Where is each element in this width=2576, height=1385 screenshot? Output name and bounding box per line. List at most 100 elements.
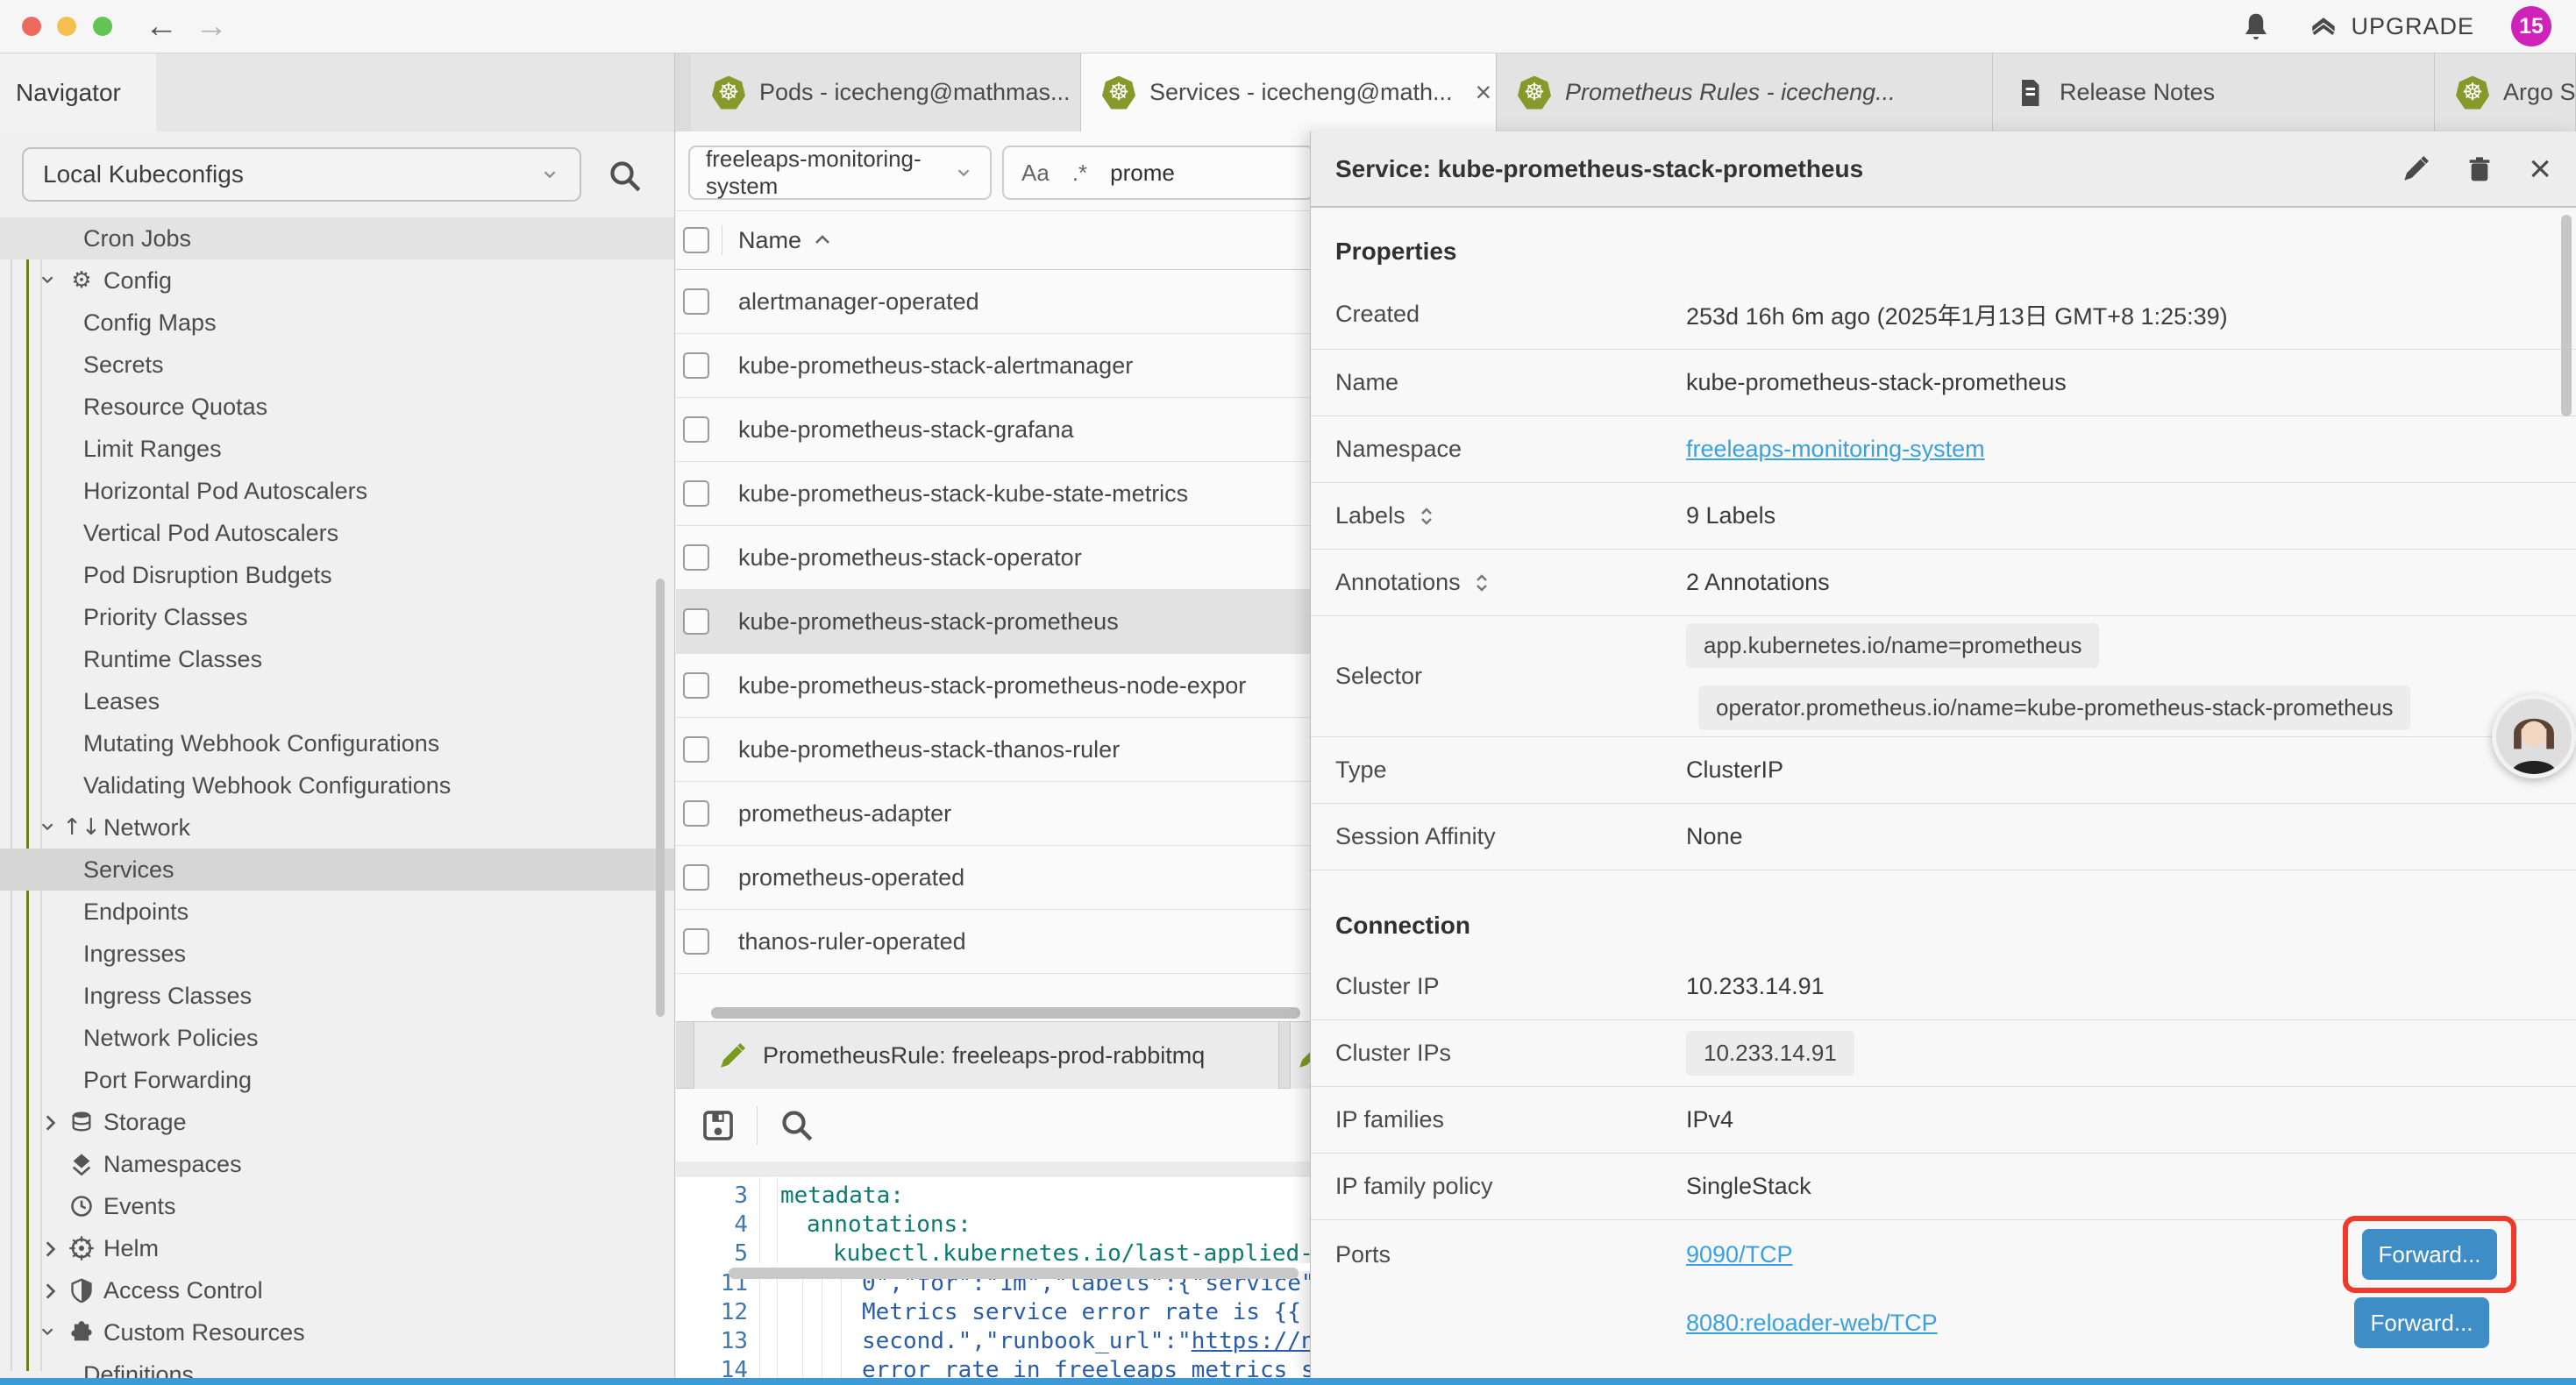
sidebar-item-network-policies[interactable]: Network Policies [0, 1017, 674, 1059]
tab-prometheus-rules-icecheng[interactable]: ☸Prometheus Rules - icecheng... [1497, 53, 1993, 131]
table-row-kube-prometheus-stack-thanos-ruler[interactable]: kube-prometheus-stack-thanos-ruler [676, 718, 1310, 782]
port-forward-button[interactable]: Forward... [2362, 1229, 2497, 1280]
sidebar-item-pod-disruption-budgets[interactable]: Pod Disruption Budgets [0, 554, 674, 596]
sidebar-item-endpoints[interactable]: Endpoints [0, 891, 674, 933]
kubeconfig-selector[interactable]: Local Kubeconfigs [22, 147, 581, 202]
sidebar-item-limit-ranges[interactable]: Limit Ranges [0, 428, 674, 470]
port-forward-button[interactable]: Forward... [2354, 1297, 2489, 1348]
tab-close-icon[interactable]: × [1476, 76, 1492, 109]
tab-argo-se[interactable]: ☸Argo Se [2435, 53, 2576, 131]
namespace-link[interactable]: freeleaps-monitoring-system [1686, 436, 1985, 463]
chevron-down-icon[interactable] [39, 270, 58, 289]
tab-pods-icecheng-mathmas[interactable]: ☸Pods - icecheng@mathmas... [691, 53, 1081, 131]
editor-horizontal-scrollbar[interactable] [729, 1268, 1299, 1279]
row-checkbox[interactable] [683, 928, 709, 955]
table-row-kube-prometheus-stack-kube-state-metrics[interactable]: kube-prometheus-stack-kube-state-metrics [676, 462, 1310, 526]
tab-navigator[interactable]: Navigator [0, 53, 156, 131]
sort-toggle-icon[interactable] [1471, 572, 1492, 593]
row-checkbox[interactable] [683, 480, 709, 507]
table-row-alertmanager-operated[interactable]: alertmanager-operated [676, 270, 1310, 334]
sidebar-item-horizontal-pod-autoscalers[interactable]: Horizontal Pod Autoscalers [0, 470, 674, 512]
chevron-down-icon[interactable] [39, 817, 58, 836]
row-checkbox[interactable] [683, 736, 709, 763]
traffic-minimize-button[interactable] [57, 17, 76, 36]
case-sensitive-toggle[interactable]: Aa [1021, 160, 1050, 187]
sort-toggle-icon[interactable] [1416, 506, 1437, 527]
sidebar-item-cron-jobs[interactable]: Cron Jobs [0, 217, 674, 259]
assistant-avatar[interactable] [2492, 694, 2576, 778]
sidebar-item-runtime-classes[interactable]: Runtime Classes [0, 638, 674, 680]
delete-trash-icon[interactable] [2466, 155, 2494, 183]
sidebar-item-config-maps[interactable]: Config Maps [0, 302, 674, 344]
select-all-checkbox[interactable] [683, 227, 709, 253]
edit-pencil-icon[interactable] [2401, 154, 2430, 184]
row-checkbox[interactable] [683, 416, 709, 443]
sidebar-item-resource-quotas[interactable]: Resource Quotas [0, 386, 674, 428]
save-button[interactable] [701, 1108, 736, 1143]
sidebar-item-port-forwarding[interactable]: Port Forwarding [0, 1059, 674, 1101]
table-row-prometheus-adapter[interactable]: prometheus-adapter [676, 782, 1310, 846]
sidebar-item-definitions[interactable]: Definitions [0, 1353, 674, 1378]
traffic-zoom-button[interactable] [93, 17, 112, 36]
row-checkbox[interactable] [683, 352, 709, 379]
sidebar-item-custom-resources[interactable]: Custom Resources [0, 1311, 674, 1353]
notification-count-badge[interactable]: 15 [2511, 6, 2551, 46]
chevron-right-icon[interactable] [39, 1112, 61, 1134]
sidebar-item-events[interactable]: Events [0, 1185, 674, 1227]
namespace-selector[interactable]: freeleaps-monitoring-system [688, 146, 992, 200]
yaml-editor[interactable]: 3metadata:4annotations:5kubectl.kubernet… [676, 1177, 1310, 1378]
table-horizontal-scrollbar[interactable] [711, 1007, 1300, 1019]
table-row-kube-prometheus-stack-prometheus[interactable]: kube-prometheus-stack-prometheus [676, 590, 1310, 654]
sidebar-item-validating-webhook-configurations[interactable]: Validating Webhook Configurations [0, 764, 674, 806]
notifications-bell-icon[interactable] [2240, 11, 2272, 42]
drawer-scrollbar[interactable] [2561, 215, 2572, 416]
table-row-kube-prometheus-stack-alertmanager[interactable]: kube-prometheus-stack-alertmanager [676, 334, 1310, 398]
editor-tab-partial[interactable] [1290, 1022, 1310, 1090]
row-checkbox[interactable] [683, 544, 709, 571]
navigator-scrollbar[interactable] [656, 579, 665, 1017]
sidebar-item-network[interactable]: ↑↓Network [0, 806, 674, 849]
upgrade-button[interactable]: UPGRADE [2309, 11, 2474, 41]
sidebar-item-leases[interactable]: Leases [0, 680, 674, 722]
sidebar-item-ingresses[interactable]: Ingresses [0, 933, 674, 975]
close-icon[interactable]: × [2529, 150, 2551, 188]
sidebar-item-secrets[interactable]: Secrets [0, 344, 674, 386]
chevron-down-icon[interactable] [39, 1322, 58, 1341]
sidebar-item-mutating-webhook-configurations[interactable]: Mutating Webhook Configurations [0, 722, 674, 764]
regex-toggle[interactable]: .* [1072, 160, 1087, 187]
forward-button[interactable]: → [195, 5, 228, 47]
sidebar-item-storage[interactable]: Storage [0, 1101, 674, 1143]
row-checkbox[interactable] [683, 288, 709, 315]
table-row-kube-prometheus-stack-grafana[interactable]: kube-prometheus-stack-grafana [676, 398, 1310, 462]
port-link-8080-reloader-web-tcp[interactable]: 8080:reloader-web/TCP [1686, 1310, 1938, 1337]
table-row-prometheus-operated[interactable]: prometheus-operated [676, 846, 1310, 910]
sidebar-item-services[interactable]: Services [0, 849, 674, 891]
table-row-thanos-ruler-operated[interactable]: thanos-ruler-operated [676, 910, 1310, 974]
row-checkbox[interactable] [683, 672, 709, 699]
traffic-close-button[interactable] [22, 17, 41, 36]
sidebar-item-helm[interactable]: Helm [0, 1227, 674, 1269]
navigator-search-icon[interactable] [607, 158, 644, 195]
sidebar-item-priority-classes[interactable]: Priority Classes [0, 596, 674, 638]
property-label: Annotations [1335, 569, 1461, 596]
row-checkbox[interactable] [683, 864, 709, 891]
editor-search-icon[interactable] [779, 1107, 815, 1144]
editor-tab-prometheusrule[interactable]: PrometheusRule: freeleaps-prod-rabbitmq [694, 1022, 1279, 1090]
table-row-kube-prometheus-stack-operator[interactable]: kube-prometheus-stack-operator [676, 526, 1310, 590]
sidebar-item-access-control[interactable]: Access Control [0, 1269, 674, 1311]
tab-services-icecheng-math[interactable]: ☸Services - icecheng@math...× [1081, 53, 1497, 131]
back-button[interactable]: ← [145, 5, 178, 47]
sidebar-item-ingress-classes[interactable]: Ingress Classes [0, 975, 674, 1017]
name-filter-input[interactable]: Aa .* prome [1002, 146, 1310, 200]
sidebar-item-config[interactable]: ⚙Config [0, 259, 674, 302]
tab-release-notes[interactable]: Release Notes [1993, 53, 2435, 131]
chevron-right-icon[interactable] [39, 1280, 61, 1303]
column-header-name[interactable]: Name [738, 227, 833, 254]
row-checkbox[interactable] [683, 608, 709, 635]
table-row-kube-prometheus-stack-prometheus-node-expor[interactable]: kube-prometheus-stack-prometheus-node-ex… [676, 654, 1310, 718]
sidebar-item-namespaces[interactable]: Namespaces [0, 1143, 674, 1185]
row-checkbox[interactable] [683, 800, 709, 827]
port-link-9090-tcp[interactable]: 9090/TCP [1686, 1241, 1793, 1268]
sidebar-item-vertical-pod-autoscalers[interactable]: Vertical Pod Autoscalers [0, 512, 674, 554]
chevron-right-icon[interactable] [39, 1238, 61, 1261]
